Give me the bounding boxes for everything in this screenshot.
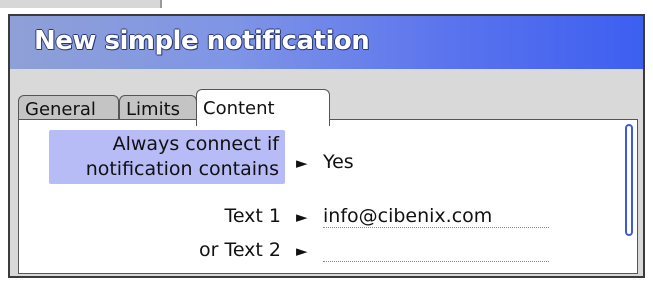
dialog-title: New simple notification <box>34 26 370 56</box>
always-connect-label-line2: notification contains <box>85 158 279 180</box>
tab-limits-label: Limits <box>126 99 180 120</box>
content-panel: Always connect if notification contains … <box>18 119 638 274</box>
window-edge <box>0 0 162 8</box>
arrow-right-icon[interactable]: ► <box>296 242 308 260</box>
desktop-top-strip <box>0 0 653 14</box>
text2-label: or Text 2 <box>198 239 281 261</box>
always-connect-label[interactable]: Always connect if notification contains <box>49 130 285 184</box>
tab-content-label: Content <box>203 98 275 119</box>
tab-general-label: General <box>25 99 96 120</box>
title-bar: New simple notification <box>10 16 643 69</box>
notification-dialog: New simple notification General Limits C… <box>8 14 645 278</box>
vertical-scrollbar[interactable] <box>625 124 633 236</box>
text1-value: info@cibenix.com <box>323 205 493 227</box>
text1-field[interactable]: info@cibenix.com <box>323 204 549 228</box>
arrow-right-icon[interactable]: ► <box>296 208 308 226</box>
always-connect-label-line1: Always connect if <box>112 133 279 155</box>
always-connect-value[interactable]: Yes <box>323 150 354 175</box>
text2-field[interactable] <box>323 238 549 262</box>
tab-content[interactable]: Content <box>196 89 330 126</box>
text1-label: Text 1 <box>224 205 281 227</box>
arrow-right-icon[interactable]: ► <box>296 154 308 172</box>
tab-bar: General Limits Content <box>10 69 643 126</box>
